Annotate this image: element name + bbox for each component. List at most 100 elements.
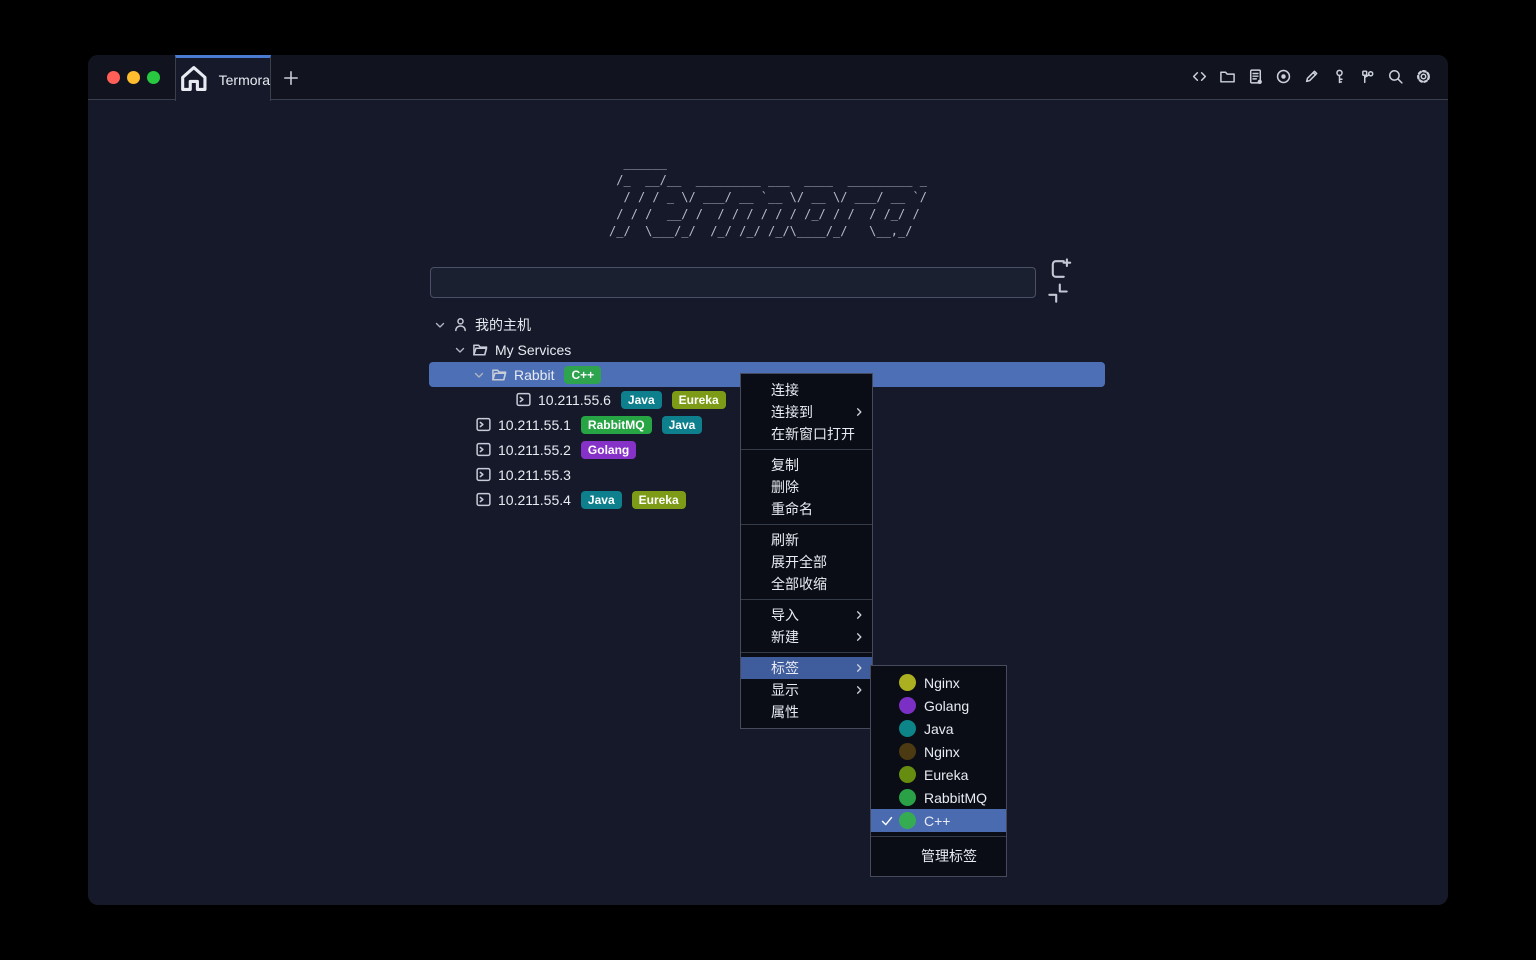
minimize-button[interactable] <box>127 71 140 84</box>
add-host-button[interactable] <box>1048 259 1072 283</box>
log-button[interactable] <box>1247 69 1264 86</box>
record-button[interactable] <box>1275 69 1292 86</box>
window-controls <box>107 71 160 84</box>
search-icon <box>1387 68 1404 88</box>
folder-icon <box>1219 68 1236 88</box>
menu-item-label: 展开全部 <box>771 552 827 572</box>
tag-option-label: Nginx <box>924 744 960 760</box>
edit-icon <box>1303 68 1320 88</box>
menu-item-属性[interactable]: 属性 <box>741 701 872 723</box>
tag-option-Golang[interactable]: Golang <box>871 694 1006 717</box>
key-button[interactable] <box>1331 69 1348 86</box>
collapse-all-button[interactable] <box>1046 283 1070 307</box>
menu-item-删除[interactable]: 删除 <box>741 476 872 498</box>
chevron-down-icon[interactable] <box>472 368 486 382</box>
user-icon <box>452 316 469 333</box>
log-icon <box>1247 68 1264 88</box>
chevron-down-icon[interactable] <box>433 318 447 332</box>
host-icon <box>475 466 492 483</box>
tag-color-dot <box>899 697 916 714</box>
tree-row-My-Services[interactable]: My Services <box>429 337 1105 362</box>
tag-option-label: Golang <box>924 698 969 714</box>
menu-item-label: 在新窗口打开 <box>771 424 855 444</box>
manage-tags-item[interactable]: 管理标签 <box>871 841 1006 871</box>
record-icon <box>1275 68 1292 88</box>
menu-item-标签[interactable]: 标签 <box>741 657 872 679</box>
menu-item-label: 新建 <box>771 627 799 647</box>
tag-badge-Eureka: Eureka <box>672 391 726 409</box>
tree-item-label: 10.211.55.1 <box>498 417 571 433</box>
check-placeholder <box>879 791 895 805</box>
check-placeholder <box>879 768 895 782</box>
menu-item-label: 重命名 <box>771 499 813 519</box>
code-button[interactable] <box>1191 69 1208 86</box>
menu-item-导入[interactable]: 导入 <box>741 604 872 626</box>
menu-item-显示[interactable]: 显示 <box>741 679 872 701</box>
tree-item-label: 10.211.55.6 <box>538 392 611 408</box>
tag-badge-RabbitMQ: RabbitMQ <box>581 416 652 434</box>
tag-option-label: Eureka <box>924 767 968 783</box>
check-icon <box>879 814 895 828</box>
settings-icon <box>1415 68 1432 88</box>
menu-item-复制[interactable]: 复制 <box>741 454 872 476</box>
tag-option-C[interactable]: C++ <box>871 809 1006 832</box>
host-icon <box>475 441 492 458</box>
tag-option-Eureka[interactable]: Eureka <box>871 763 1006 786</box>
menu-separator <box>741 652 872 653</box>
chevron-down-icon[interactable] <box>453 343 467 357</box>
tag-option-label: RabbitMQ <box>924 790 987 806</box>
check-placeholder <box>879 745 895 759</box>
tag-option-label: Java <box>924 721 954 737</box>
host-icon <box>475 491 492 508</box>
menu-item-连接[interactable]: 连接 <box>741 379 872 401</box>
key-icon <box>1331 68 1348 88</box>
folder-button[interactable] <box>1219 69 1236 86</box>
menu-item-重命名[interactable]: 重命名 <box>741 498 872 520</box>
menu-item-label: 复制 <box>771 455 799 475</box>
menu-item-label: 刷新 <box>771 530 799 550</box>
tag-badge-C: C++ <box>564 366 601 384</box>
tag-option-Java[interactable]: Java <box>871 717 1006 740</box>
menu-item-展开全部[interactable]: 展开全部 <box>741 551 872 573</box>
tree-item-label: 10.211.55.3 <box>498 467 571 483</box>
menu-item-新建[interactable]: 新建 <box>741 626 872 648</box>
menu-item-在新窗口打开[interactable]: 在新窗口打开 <box>741 423 872 445</box>
tree-item-label: 10.211.55.4 <box>498 492 571 508</box>
menu-separator <box>741 449 872 450</box>
tag-color-dot <box>899 812 916 829</box>
menu-item-label: 属性 <box>771 702 799 722</box>
search-input[interactable] <box>430 267 1036 298</box>
tag-submenu: Nginx Golang Java Nginx Eureka RabbitMQ C++ 管理标… <box>870 665 1007 877</box>
settings-button[interactable] <box>1415 69 1432 86</box>
search-row <box>430 267 1106 298</box>
tree-row--[interactable]: 我的主机 <box>429 312 1105 337</box>
toolbar <box>1191 55 1432 100</box>
ascii-logo: ______ /_ __/__ _________ ___ ____ _____… <box>88 155 1448 240</box>
check-placeholder <box>879 722 895 736</box>
menu-item-label: 删除 <box>771 477 799 497</box>
menu-item-刷新[interactable]: 刷新 <box>741 529 872 551</box>
collapse-icon <box>1046 281 1070 308</box>
folder-open-icon <box>472 341 489 358</box>
tag-option-Nginx[interactable]: Nginx <box>871 671 1006 694</box>
zoom-button[interactable] <box>147 71 160 84</box>
new-tab-button[interactable] <box>282 69 300 87</box>
menu-item-全部收缩[interactable]: 全部收缩 <box>741 573 872 595</box>
chevron-right-icon <box>853 684 865 696</box>
tag-option-RabbitMQ[interactable]: RabbitMQ <box>871 786 1006 809</box>
menu-item-label: 连接 <box>771 380 799 400</box>
tab-termora[interactable]: Termora <box>175 55 271 101</box>
close-button[interactable] <box>107 71 120 84</box>
tag-badge-Java: Java <box>581 491 622 509</box>
tab-bar: Termora <box>88 55 1448 100</box>
menu-item-连接到[interactable]: 连接到 <box>741 401 872 423</box>
chevron-right-icon <box>853 631 865 643</box>
home-icon <box>176 60 212 99</box>
menu-item-label: 全部收缩 <box>771 574 827 594</box>
edit-button[interactable] <box>1303 69 1320 86</box>
add-box-icon <box>1048 257 1072 284</box>
search-button[interactable] <box>1387 69 1404 86</box>
tag-option-Nginx[interactable]: Nginx <box>871 740 1006 763</box>
check-placeholder <box>879 676 895 690</box>
keychain-button[interactable] <box>1359 69 1376 86</box>
